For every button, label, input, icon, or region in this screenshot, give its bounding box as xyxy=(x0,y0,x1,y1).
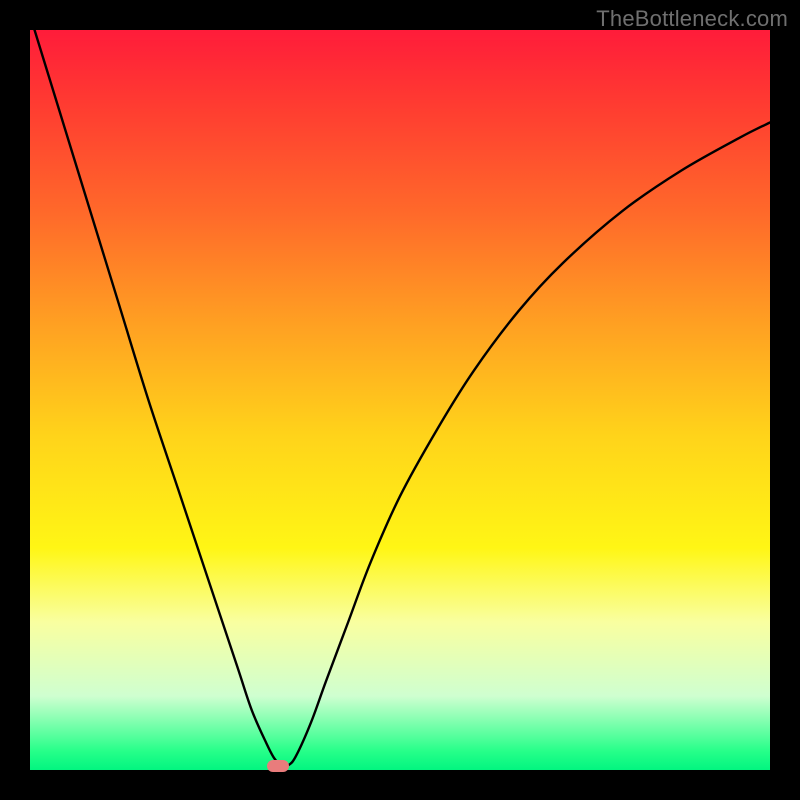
minimum-marker xyxy=(267,760,289,772)
bottleneck-curve xyxy=(30,30,770,770)
chart-frame: TheBottleneck.com xyxy=(0,0,800,800)
watermark-text: TheBottleneck.com xyxy=(596,6,788,32)
plot-area xyxy=(30,30,770,770)
